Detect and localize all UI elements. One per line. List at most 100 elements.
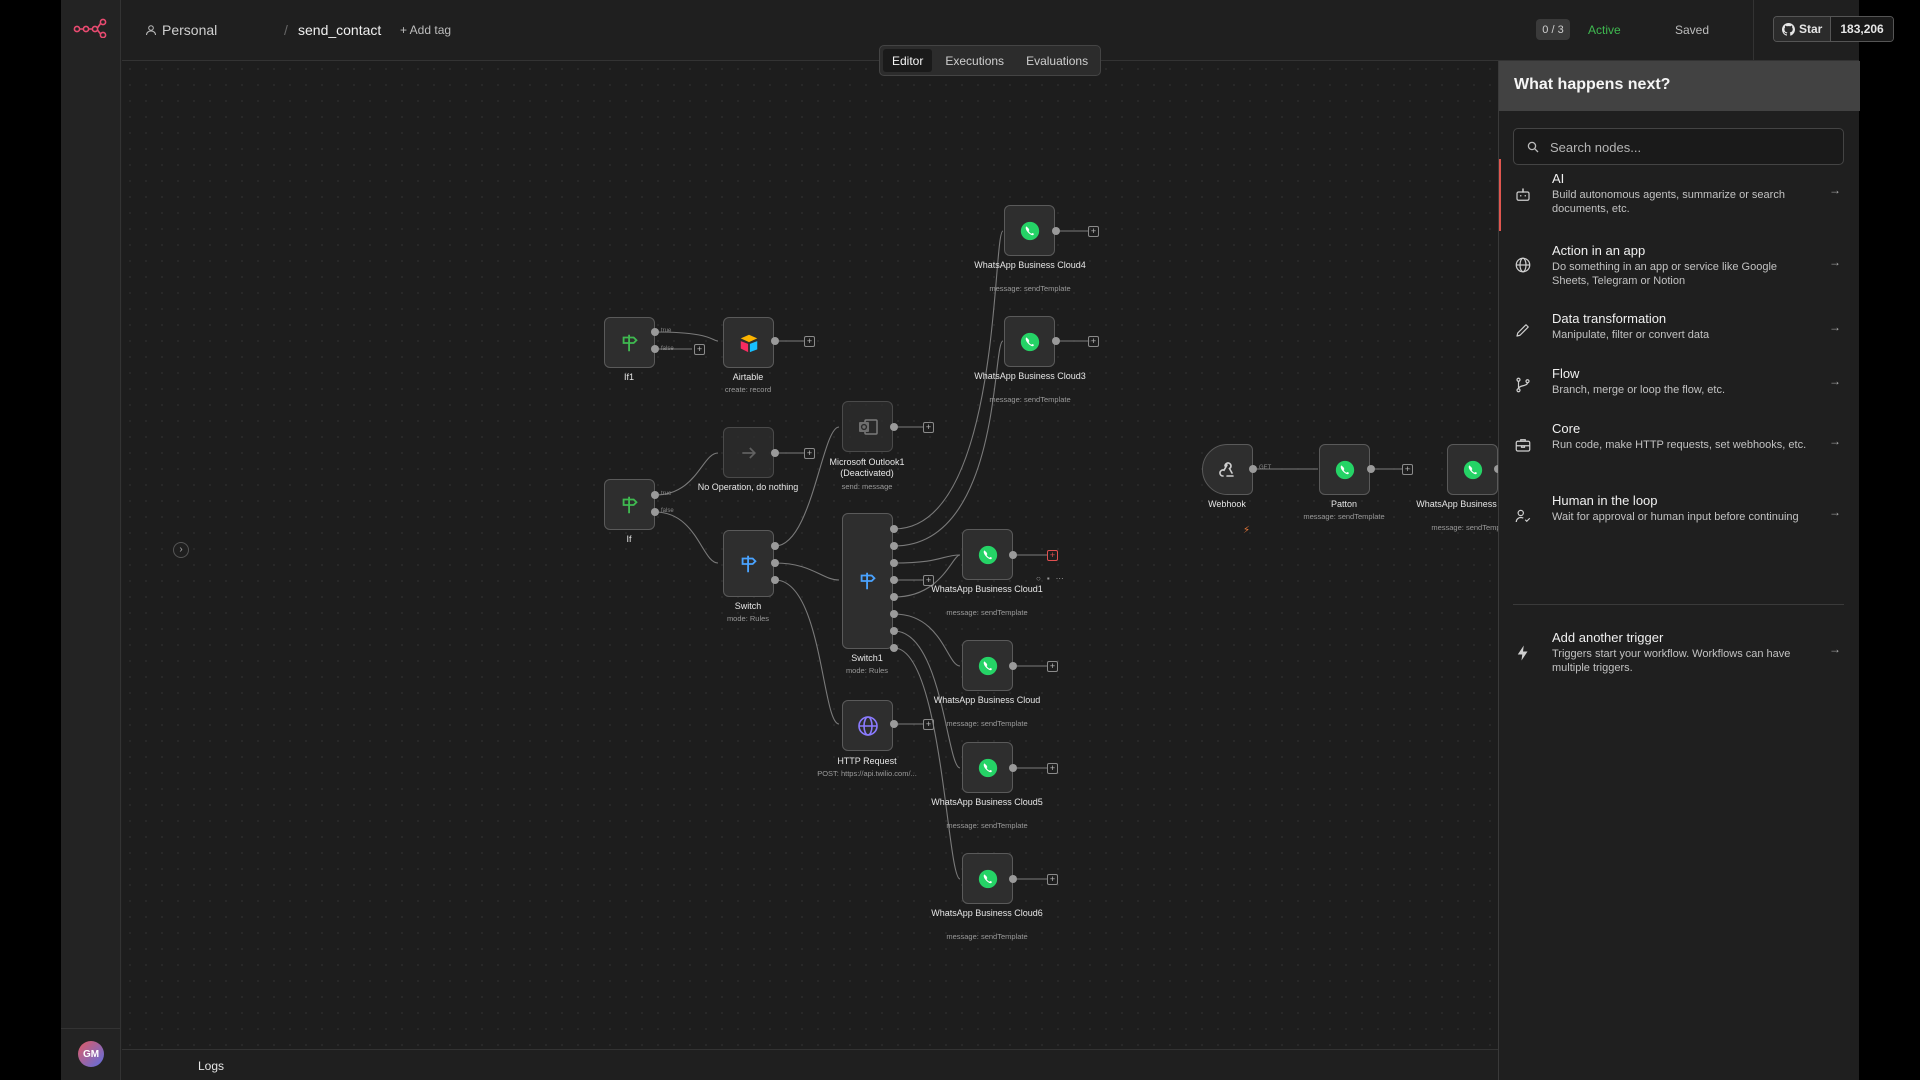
node-subtitle: message: sendTemplate <box>946 719 1028 728</box>
panel-divider <box>1513 604 1844 605</box>
add-node-button[interactable]: + <box>1047 661 1058 672</box>
output-handle[interactable] <box>890 525 898 533</box>
output-handle[interactable] <box>651 508 659 516</box>
avatar[interactable]: GM <box>78 1041 104 1067</box>
output-handle[interactable] <box>890 720 898 728</box>
node-label: Switch <box>734 601 762 611</box>
whatsapp-icon <box>978 869 997 888</box>
add-node-button[interactable]: + <box>1088 226 1099 237</box>
category-description: Do something in an app or service like G… <box>1552 261 1778 287</box>
output-handle[interactable] <box>890 423 898 431</box>
node-if[interactable] <box>604 479 655 530</box>
node-label: WhatsApp Business Cloud1 <box>931 584 1043 594</box>
node-hover-toolbar[interactable]: ○▪⋯ <box>1036 574 1070 583</box>
github-star-count: 183,206 <box>1831 17 1893 41</box>
category-flow[interactable]: Flow Branch, merge or loop the flow, etc… <box>1499 357 1860 411</box>
sidebar-expand-button[interactable]: › <box>173 542 189 558</box>
category-add-another-trigger[interactable]: Add another trigger Triggers start your … <box>1499 618 1860 688</box>
add-node-button[interactable]: + <box>694 344 705 355</box>
tab-editor[interactable]: Editor <box>883 49 933 72</box>
signpost-icon <box>741 555 757 572</box>
category-ai[interactable]: AI Build autonomous agents, summarize or… <box>1499 159 1860 231</box>
output-handle[interactable] <box>890 593 898 601</box>
node-patton[interactable] <box>1319 444 1370 495</box>
node-label: WhatsApp Business Cloud2 <box>1416 499 1498 509</box>
add-node-button[interactable]: + <box>1088 336 1099 347</box>
output-handle[interactable] <box>890 610 898 618</box>
output-handle[interactable] <box>651 345 659 353</box>
output-handle[interactable] <box>771 576 779 584</box>
user-icon <box>146 25 156 36</box>
node-whatsapp-cloud[interactable] <box>962 640 1013 691</box>
category-data-transformation[interactable]: Data transformation Manipulate, filter o… <box>1499 301 1860 357</box>
output-handle[interactable] <box>1009 551 1017 559</box>
n8n-logo-icon[interactable] <box>73 18 107 38</box>
tab-evaluations[interactable]: Evaluations <box>1017 49 1097 72</box>
output-handle[interactable] <box>1052 227 1060 235</box>
breadcrumb-project[interactable]: Personal <box>162 22 217 38</box>
logs-bar[interactable]: Logs <box>122 1049 1498 1080</box>
node-webhook[interactable] <box>1202 444 1253 495</box>
add-node-button[interactable]: + <box>1047 874 1058 885</box>
output-handle[interactable] <box>1009 875 1017 883</box>
output-handle[interactable] <box>1367 465 1375 473</box>
output-handle[interactable] <box>890 576 898 584</box>
signpost-icon <box>860 572 876 590</box>
webhook-icon <box>1218 461 1234 477</box>
add-node-button[interactable]: + <box>1047 550 1058 561</box>
add-tag-button[interactable]: + Add tag <box>400 23 451 37</box>
whatsapp-icon <box>1463 460 1482 479</box>
node-subtitle: message: sendTemplate <box>989 395 1071 404</box>
search-input[interactable] <box>1550 138 1830 156</box>
node-whatsapp-cloud4[interactable] <box>1004 205 1055 256</box>
output-handle[interactable] <box>651 328 659 336</box>
output-handle[interactable] <box>651 491 659 499</box>
node-microsoft-outlook[interactable] <box>842 401 893 452</box>
output-handle[interactable] <box>1009 662 1017 670</box>
workflow-name[interactable]: send_contact <box>298 22 381 38</box>
tab-executions[interactable]: Executions <box>936 49 1013 72</box>
add-node-button[interactable]: + <box>1402 464 1413 475</box>
output-handle[interactable] <box>771 559 779 567</box>
output-handle[interactable] <box>1052 337 1060 345</box>
output-handle[interactable] <box>890 542 898 550</box>
node-no-operation[interactable] <box>723 427 774 478</box>
node-whatsapp-cloud3[interactable] <box>1004 316 1055 367</box>
output-handle[interactable] <box>771 542 779 550</box>
node-airtable[interactable] <box>723 317 774 368</box>
category-human-in-the-loop[interactable]: Human in the loop Wait for approval or h… <box>1499 481 1860 551</box>
arrow-right-icon <box>741 446 756 459</box>
node-whatsapp-cloud5[interactable] <box>962 742 1013 793</box>
github-star-label[interactable]: Star <box>1774 17 1832 41</box>
whatsapp-icon <box>1020 221 1039 240</box>
output-handle[interactable] <box>771 337 779 345</box>
active-status-toggle[interactable]: Active <box>1588 23 1621 37</box>
output-handle[interactable] <box>890 559 898 567</box>
node-label: WhatsApp Business Cloud5 <box>931 797 1043 807</box>
output-handle[interactable] <box>1009 764 1017 772</box>
output-handle[interactable] <box>890 627 898 635</box>
workflow-canvas[interactable]: If1 true false + Airtable create: record… <box>122 61 1498 1049</box>
node-label: If1 <box>623 372 634 382</box>
github-star-button[interactable]: Star 183,206 <box>1773 16 1894 42</box>
node-switch[interactable] <box>723 530 774 597</box>
whatsapp-icon <box>1020 332 1039 351</box>
add-node-button[interactable]: + <box>1047 763 1058 774</box>
category-core[interactable]: Core Run code, make HTTP requests, set w… <box>1499 411 1860 481</box>
node-switch1[interactable] <box>842 513 893 649</box>
node-whatsapp-cloud6[interactable] <box>962 853 1013 904</box>
output-handle[interactable] <box>771 449 779 457</box>
output-handle[interactable] <box>890 644 898 652</box>
category-action-in-app[interactable]: Action in an app Do something in an app … <box>1499 231 1860 301</box>
output-handle[interactable] <box>1249 465 1257 473</box>
node-label: Switch1 <box>851 653 883 663</box>
node-http-request[interactable] <box>842 700 893 751</box>
node-whatsapp-cloud2[interactable] <box>1447 444 1498 495</box>
node-label: Webhook <box>1208 499 1246 509</box>
add-node-button[interactable]: + <box>804 336 815 347</box>
node-whatsapp-cloud1[interactable] <box>962 529 1013 580</box>
arrow-right-icon: → <box>1829 434 1841 448</box>
add-node-button[interactable]: + <box>923 422 934 433</box>
node-if1[interactable] <box>604 317 655 368</box>
whatsapp-icon <box>978 758 997 777</box>
